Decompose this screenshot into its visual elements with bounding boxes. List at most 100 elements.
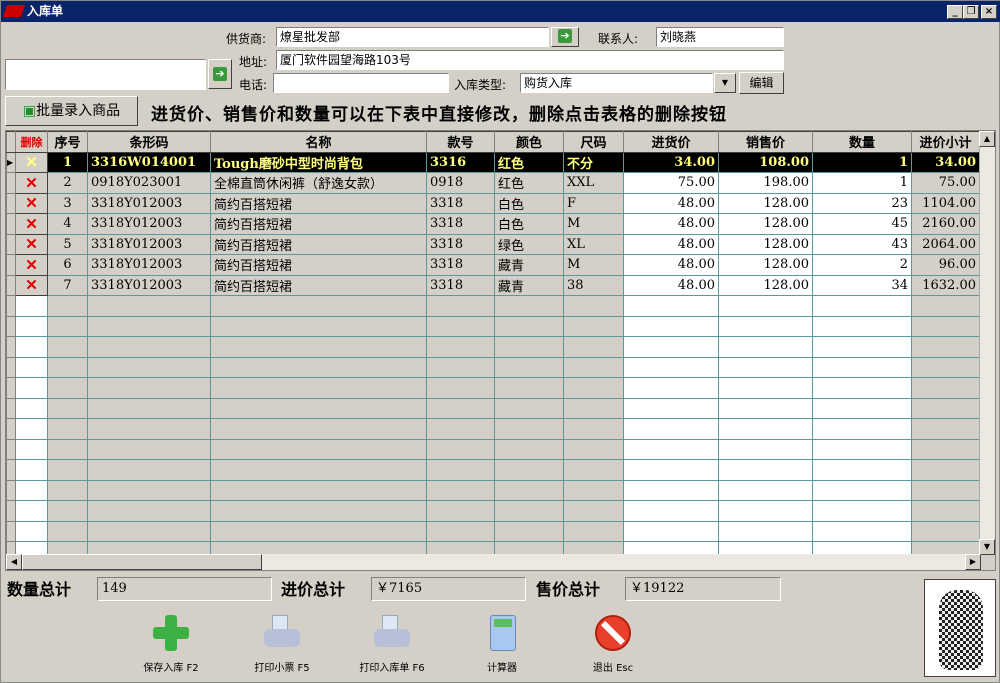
save-button[interactable]: 保存入库 F2	[126, 613, 216, 674]
column-header[interactable]: 数量	[812, 131, 912, 153]
delete-x-icon: ✕	[25, 235, 38, 254]
cell-6[interactable]: 48.00	[623, 213, 719, 235]
cell-6[interactable]: 48.00	[623, 274, 719, 296]
table-row[interactable]: ✕ 4 3318Y012003 简约百搭短裙 3318 白色 M 48.00 128.00 45 2…	[6, 213, 980, 235]
row-indicator[interactable]	[6, 233, 16, 255]
vertical-scrollbar[interactable]: ▲ ▼	[979, 131, 995, 555]
close-button[interactable]: ×	[981, 5, 997, 19]
edit-button[interactable]: 编辑	[739, 72, 784, 94]
cell-7[interactable]: 198.00	[718, 172, 813, 194]
print-stock-in-button[interactable]: 打印入库单 F6	[347, 613, 437, 674]
row-indicator[interactable]	[6, 274, 16, 296]
empty-cell	[812, 520, 912, 542]
cell-6[interactable]: 34.00	[623, 151, 719, 173]
calculator-button[interactable]: 计算器	[457, 613, 547, 674]
cell-6[interactable]: 48.00	[623, 192, 719, 214]
horizontal-scrollbar[interactable]: ◀ ▶	[6, 554, 981, 570]
scroll-left-button[interactable]: ◀	[6, 554, 22, 570]
minimize-button[interactable]: _	[947, 5, 963, 19]
cell-7[interactable]: 108.00	[718, 151, 813, 173]
delete-row-button[interactable]: ✕	[15, 172, 48, 194]
delete-row-button[interactable]: ✕	[15, 274, 48, 296]
empty-cell	[563, 459, 624, 481]
column-header[interactable]: 进价小计	[911, 131, 980, 153]
cell-0: 7	[47, 274, 88, 296]
empty-cell	[494, 397, 564, 419]
empty-cell	[812, 377, 912, 399]
address-input[interactable]: 厦门软件园望海路103号	[276, 50, 784, 70]
cell-7[interactable]: 128.00	[718, 233, 813, 255]
cell-7[interactable]: 128.00	[718, 254, 813, 276]
print-receipt-button[interactable]: 打印小票 F5	[237, 613, 327, 674]
empty-cell	[494, 356, 564, 378]
column-header[interactable]: 款号	[426, 131, 495, 153]
row-indicator	[6, 377, 16, 399]
column-header[interactable]: 颜色	[494, 131, 564, 153]
cell-6[interactable]: 48.00	[623, 233, 719, 255]
empty-row	[6, 315, 980, 337]
column-header[interactable]: 进货价	[623, 131, 719, 153]
column-header[interactable]: 名称	[210, 131, 427, 153]
empty-cell	[812, 397, 912, 419]
row-indicator[interactable]	[6, 172, 16, 194]
cell-8[interactable]: 2	[812, 254, 912, 276]
cell-8[interactable]: 23	[812, 192, 912, 214]
empty-cell	[87, 397, 211, 419]
delete-row-button[interactable]: ✕	[15, 213, 48, 235]
table-row[interactable]: ✕ 6 3318Y012003 简约百搭短裙 3318 藏青 M 48.00 128.00 2 96…	[6, 254, 980, 276]
cell-7[interactable]: 128.00	[718, 274, 813, 296]
barcode-go-button[interactable]: ➔	[208, 59, 232, 89]
type-dropdown-button[interactable]: ▼	[714, 73, 736, 93]
column-header[interactable]: 删除	[15, 131, 48, 153]
supplier-input[interactable]: 燎星批发部	[276, 27, 549, 47]
supplier-select-button[interactable]: ➔	[551, 27, 579, 47]
delete-row-button[interactable]: ✕	[15, 192, 48, 214]
cell-5: M	[563, 254, 624, 276]
row-indicator[interactable]	[6, 192, 16, 214]
batch-entry-button[interactable]: ▣批量录入商品	[5, 96, 138, 126]
cell-6[interactable]: 75.00	[623, 172, 719, 194]
empty-row	[6, 295, 980, 317]
sale-total-value: ￥19122	[625, 577, 781, 601]
row-indicator	[6, 356, 16, 378]
cell-8[interactable]: 1	[812, 172, 912, 194]
empty-cell	[494, 377, 564, 399]
restore-button[interactable]: ❐	[963, 5, 979, 19]
phone-input[interactable]	[273, 73, 449, 93]
column-header[interactable]: 销售价	[718, 131, 813, 153]
cell-3: 3316	[426, 151, 495, 173]
table-row[interactable]: ▶ ✕ 1 3316W014001 Tough磨砂中型时尚背包 3316 红色 不分 34.00…	[6, 151, 980, 173]
cell-7[interactable]: 128.00	[718, 213, 813, 235]
delete-row-button[interactable]: ✕	[15, 233, 48, 255]
exit-button[interactable]: 退出 Esc	[568, 613, 658, 674]
table-row[interactable]: ✕ 5 3318Y012003 简约百搭短裙 3318 绿色 XL 48.00 128.00 43…	[6, 233, 980, 255]
row-indicator[interactable]: ▶	[6, 151, 16, 173]
cell-8[interactable]: 45	[812, 213, 912, 235]
table-row[interactable]: ✕ 2 0918Y023001 全棉直筒休闲裤（舒逸女款） 0918 红色 XXL 75.00…	[6, 172, 980, 194]
horizontal-scroll-thumb[interactable]	[22, 554, 262, 570]
row-indicator[interactable]	[6, 213, 16, 235]
contact-input[interactable]: 刘晓燕	[656, 27, 784, 47]
table-row[interactable]: ✕ 3 3318Y012003 简约百搭短裙 3318 白色 F 48.00 128.00 23 1…	[6, 192, 980, 214]
row-indicator[interactable]	[6, 254, 16, 276]
cell-8[interactable]: 1	[812, 151, 912, 173]
barcode-input[interactable]	[5, 59, 206, 90]
row-indicator	[6, 438, 16, 460]
cell-8[interactable]: 34	[812, 274, 912, 296]
table-row[interactable]: ✕ 7 3318Y012003 简约百搭短裙 3318 藏青 38 48.00 128.00 34…	[6, 274, 980, 296]
type-select[interactable]: 购货入库	[520, 73, 713, 93]
scroll-down-button[interactable]: ▼	[979, 539, 995, 555]
cell-8[interactable]: 43	[812, 233, 912, 255]
delete-row-button[interactable]: ✕	[15, 254, 48, 276]
column-header[interactable]: 序号	[47, 131, 88, 153]
cell-2: 简约百搭短裙	[210, 192, 427, 214]
scroll-right-button[interactable]: ▶	[965, 554, 981, 570]
cell-7[interactable]: 128.00	[718, 192, 813, 214]
delete-row-button[interactable]: ✕	[15, 151, 48, 173]
scroll-up-button[interactable]: ▲	[979, 131, 995, 147]
empty-cell	[210, 397, 427, 419]
cell-6[interactable]: 48.00	[623, 254, 719, 276]
empty-row	[6, 336, 980, 358]
column-header[interactable]: 条形码	[87, 131, 211, 153]
column-header[interactable]: 尺码	[563, 131, 624, 153]
